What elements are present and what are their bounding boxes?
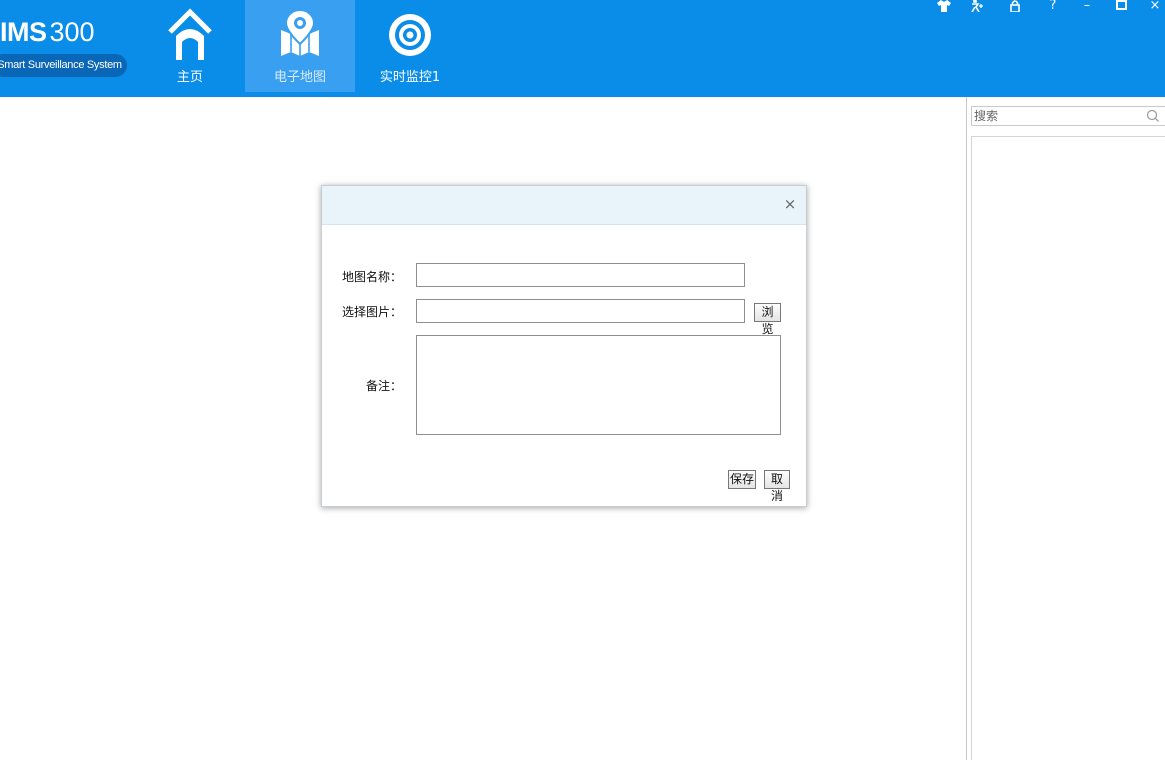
tab-e-map-label: 电子地图: [273, 70, 326, 85]
select-image-label: 选择图片：: [341, 305, 402, 319]
device-tree-panel[interactable]: [971, 136, 1165, 760]
map-name-input[interactable]: [416, 263, 745, 287]
right-sidebar: [966, 97, 1165, 760]
tab-e-map[interactable]: 电子地图: [245, 0, 355, 92]
image-path-input[interactable]: [416, 299, 745, 323]
shirt-icon[interactable]: [935, 0, 953, 14]
dialog-header: ×: [322, 186, 806, 225]
search-box: [971, 106, 1165, 126]
add-map-dialog: × 地图名称： 选择图片： 浏览 备注： 保存 取消: [321, 185, 807, 507]
map-name-label: 地图名称：: [341, 270, 402, 284]
user-switch-icon[interactable]: [968, 0, 986, 14]
logo-number-text: 300: [49, 17, 95, 47]
maximize-button[interactable]: [1112, 0, 1130, 14]
browse-button[interactable]: 浏览: [754, 303, 781, 336]
tab-home[interactable]: 主页: [135, 0, 245, 92]
help-button[interactable]: ?: [1044, 0, 1062, 14]
map-icon: [245, 8, 355, 64]
save-button[interactable]: 保存: [728, 470, 756, 489]
close-window-button[interactable]: ×: [1146, 0, 1164, 14]
monitor-target-icon: [355, 8, 465, 64]
search-icon[interactable]: [1146, 109, 1160, 123]
lock-icon[interactable]: [1006, 0, 1024, 14]
remark-label: 备注：: [365, 379, 402, 393]
tab-live-monitor[interactable]: 实时监控1: [355, 0, 465, 92]
logo-ims-text: IMS: [0, 17, 47, 47]
app-logo-title: IMS 300: [0, 14, 95, 50]
dialog-close-button[interactable]: ×: [783, 196, 797, 212]
cancel-button[interactable]: 取消: [764, 470, 790, 503]
tab-home-label: 主页: [176, 70, 203, 85]
top-bar: IMS 300 Smart Surveillance System 主页 电子地图: [0, 0, 1165, 97]
tab-live-monitor-label: 实时监控1: [379, 70, 441, 85]
search-input[interactable]: [972, 107, 1146, 125]
minimize-button[interactable]: –: [1078, 0, 1096, 14]
remark-textarea[interactable]: [416, 335, 781, 435]
app-logo-subtitle: Smart Surveillance System: [0, 54, 127, 77]
home-icon: [135, 8, 245, 64]
